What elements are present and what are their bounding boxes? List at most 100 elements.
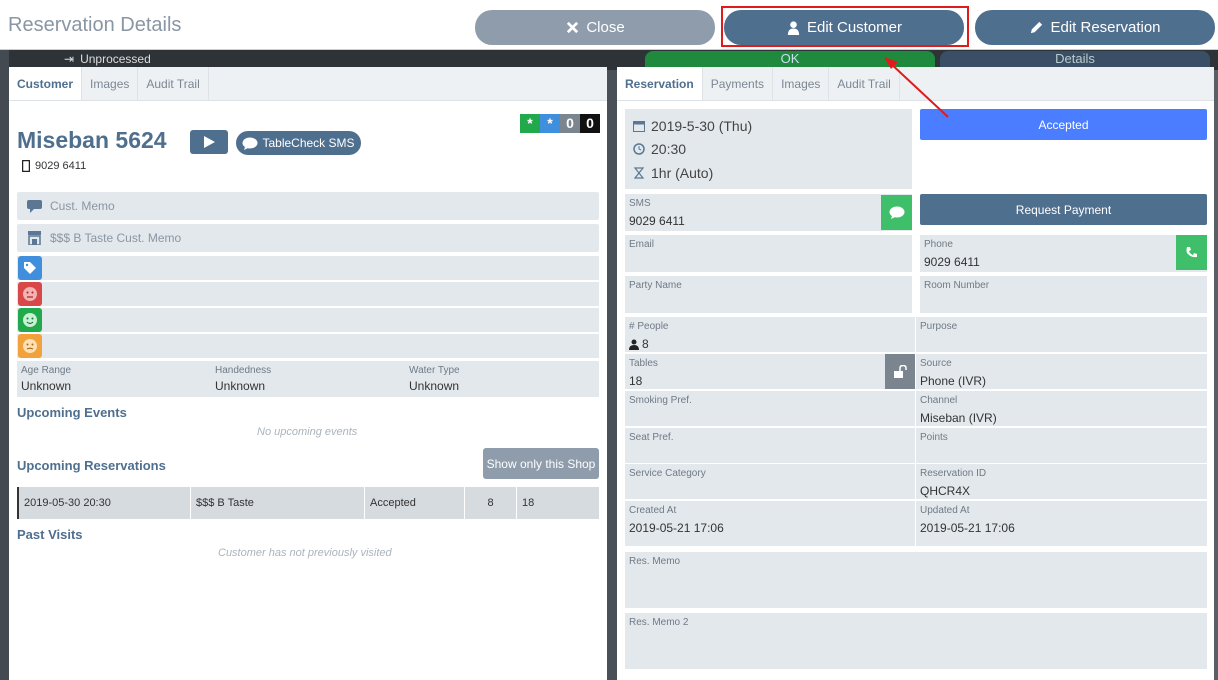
reservation-id-label: Reservation ID <box>920 468 987 479</box>
tag-row[interactable] <box>17 256 599 280</box>
channel-label: Channel <box>920 395 958 406</box>
page-title: Reservation Details <box>8 14 182 36</box>
chat-icon <box>242 137 258 150</box>
datetime-box[interactable]: 2019-5-30 (Thu) 20:30 1hr (Auto) <box>625 109 912 189</box>
tables-label: Tables <box>629 358 658 369</box>
updated-at-value: 2019-05-21 17:06 <box>920 521 1015 535</box>
background-ok-label: OK <box>780 51 800 66</box>
source-field: Source Phone (IVR) <box>916 354 1207 389</box>
background-details-label: Details <box>1055 51 1095 66</box>
service-category-label: Service Category <box>629 468 706 479</box>
customer-name: Miseban 5624 <box>17 127 167 153</box>
tab-customer[interactable]: Customer <box>9 67 83 100</box>
water-type-value: Unknown <box>409 379 460 393</box>
handedness-label: Handedness <box>215 365 272 376</box>
table-row[interactable]: 2019-05-30 20:30 $$$ B Taste Accepted 8 … <box>17 487 599 519</box>
cust-memo-placeholder: Cust. Memo <box>50 199 115 213</box>
customer-badges: * * 0 0 <box>520 114 600 133</box>
tables-value: 18 <box>629 374 643 388</box>
source-label: Source <box>920 358 952 369</box>
table-lock-button[interactable] <box>885 354 915 389</box>
phone-field: Phone 9029 6411 <box>920 235 1207 272</box>
duration-line: 1hr (Auto) <box>633 165 713 181</box>
reservation-id-field: Reservation ID QHCR4X <box>916 464 1207 499</box>
no-events-note: No upcoming events <box>257 426 358 438</box>
no-visits-note: Customer has not previously visited <box>218 547 392 559</box>
age-range-value: Unknown <box>21 379 72 393</box>
res-status: Accepted <box>365 487 465 519</box>
res-datetime: 2019-05-30 20:30 <box>19 487 191 519</box>
time-value: 20:30 <box>651 141 687 157</box>
tab-reservation-images[interactable]: Images <box>773 67 830 100</box>
points-label: Points <box>920 432 948 443</box>
sms-field: SMS 9029 6411 <box>625 194 912 231</box>
header-bar: Reservation Details Close Edit Customer … <box>0 0 1218 50</box>
close-button[interactable]: Close <box>475 10 715 45</box>
age-range-field: Age Range Unknown <box>17 361 211 397</box>
close-button-label: Close <box>586 19 625 36</box>
upcoming-reservations-title: Upcoming Reservations <box>17 458 166 473</box>
request-payment-button[interactable]: Request Payment <box>920 194 1207 225</box>
store-icon <box>28 231 41 245</box>
status-accepted-button[interactable]: Accepted <box>920 109 1207 140</box>
email-field: Email <box>625 235 912 272</box>
like-row[interactable] <box>17 308 599 332</box>
reservation-panel: Reservation Payments Images Audit Trail … <box>617 67 1214 680</box>
pencil-icon <box>1031 21 1043 34</box>
seat-label: Seat Pref. <box>629 432 674 443</box>
tab-payments[interactable]: Payments <box>703 67 774 100</box>
background-left-edge <box>0 50 9 680</box>
customer-tabs: Customer Images Audit Trail <box>9 67 607 101</box>
dislike-row[interactable] <box>17 282 599 306</box>
tag-icon <box>18 256 42 280</box>
sms-send-button[interactable] <box>881 195 912 230</box>
res-memo-2-field[interactable]: Res. Memo 2 <box>625 613 1207 669</box>
sms-label: SMS <box>629 198 651 209</box>
past-visits-title: Past Visits <box>17 527 83 542</box>
date-value: 2019-5-30 (Thu) <box>651 118 753 134</box>
customer-phone-value: 9029 6411 <box>35 160 87 172</box>
show-only-shop-button[interactable]: Show only this Shop <box>483 448 599 479</box>
chat-icon <box>889 206 904 219</box>
water-type-label: Water Type <box>409 365 460 376</box>
tab-customer-images[interactable]: Images <box>82 67 139 100</box>
badge-black: 0 <box>580 114 600 133</box>
close-icon <box>567 21 579 34</box>
seat-field: Seat Pref. <box>625 428 915 463</box>
water-type-field: Water Type Unknown <box>405 361 599 397</box>
purpose-field: Purpose <box>916 317 1207 352</box>
badge-green: * <box>520 114 540 133</box>
room-number-label: Room Number <box>924 280 990 291</box>
tab-reservation[interactable]: Reservation <box>617 67 703 100</box>
created-at-value: 2019-05-21 17:06 <box>629 521 724 535</box>
person-icon <box>629 339 639 350</box>
tablecheck-sms-button[interactable]: TableCheck SMS <box>236 131 361 155</box>
res-memo-field[interactable]: Res. Memo <box>625 552 1207 608</box>
party-name-label: Party Name <box>629 280 682 291</box>
email-label: Email <box>629 239 655 250</box>
handedness-value: Unknown <box>215 379 266 393</box>
tab-customer-audit-trail[interactable]: Audit Trail <box>138 67 209 100</box>
updated-at-label: Updated At <box>920 505 970 516</box>
calendar-icon <box>633 121 645 132</box>
background-unprocessed-label: Unprocessed <box>80 52 151 66</box>
people-value: 8 <box>642 337 649 351</box>
shop-cust-memo-field[interactable]: $$$ B Taste Cust. Memo <box>17 224 599 252</box>
smile-icon <box>18 308 42 332</box>
play-button[interactable] <box>190 130 228 154</box>
badge-blue: * <box>540 114 560 133</box>
neutral-row[interactable] <box>17 334 599 358</box>
channel-value: Miseban (IVR) <box>920 411 997 425</box>
call-button[interactable] <box>1176 235 1207 270</box>
sms-value: 9029 6411 <box>629 214 685 228</box>
sign-in-icon: ⇥ <box>64 52 75 66</box>
smoking-field: Smoking Pref. <box>625 391 915 426</box>
tab-reservation-audit-trail[interactable]: Audit Trail <box>829 67 900 100</box>
phone-value: 9029 6411 <box>924 255 980 269</box>
party-name-field: Party Name <box>625 276 912 313</box>
cust-memo-field[interactable]: Cust. Memo <box>17 192 599 220</box>
time-line: 20:30 <box>633 141 686 157</box>
edit-reservation-button[interactable]: Edit Reservation <box>975 10 1215 45</box>
comment-icon <box>27 199 42 213</box>
panel-gap <box>607 70 617 680</box>
